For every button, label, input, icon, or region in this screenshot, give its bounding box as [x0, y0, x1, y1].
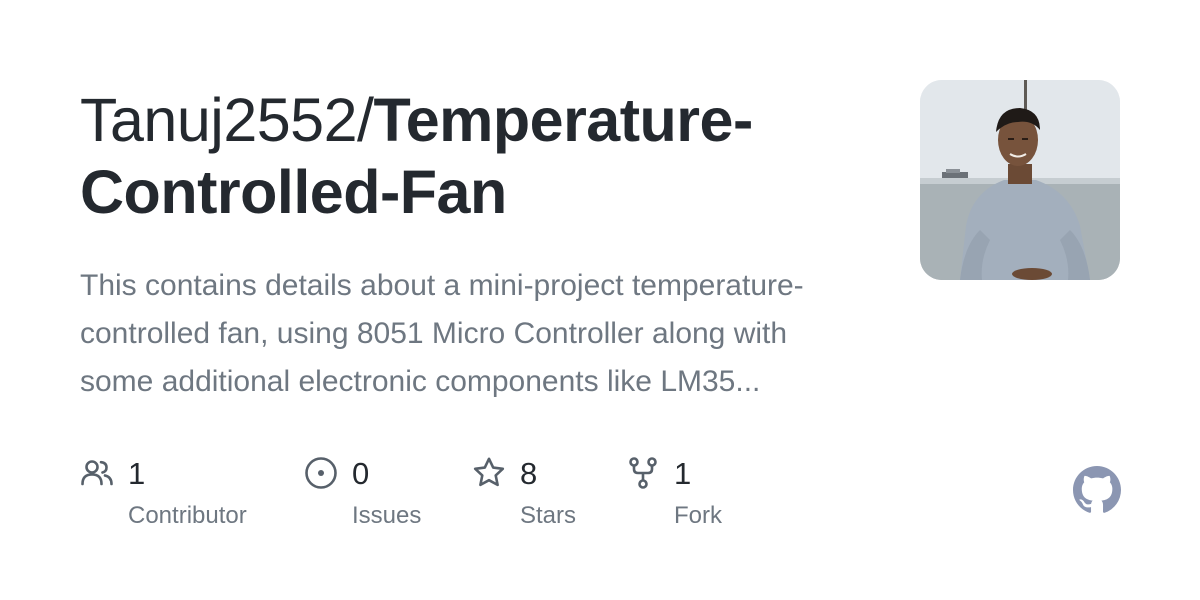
- people-icon: [81, 460, 113, 486]
- repo-name-part-2: Controlled-Fan: [80, 158, 507, 226]
- stat-issues[interactable]: 0 Issues: [304, 454, 474, 544]
- owner-avatar[interactable]: [920, 80, 1120, 280]
- star-label: Stars: [520, 502, 577, 529]
- fork-icon: [629, 457, 657, 489]
- avatar-photo: [920, 80, 1120, 280]
- repo-name-part-1: Temperature-: [373, 86, 753, 154]
- repo-stats: 1 Contributor 0 Issues 8 Stars 1 Fork: [80, 454, 800, 544]
- contributor-label: Contributor: [128, 502, 247, 529]
- stat-forks[interactable]: 1 Fork: [626, 454, 776, 544]
- contributor-count: 1: [128, 456, 146, 491]
- github-logo-icon[interactable]: [1073, 466, 1121, 514]
- star-icon: [473, 457, 505, 487]
- issue-label: Issues: [352, 502, 422, 529]
- fork-label: Fork: [674, 502, 722, 529]
- repo-owner: Tanuj2552/: [80, 86, 374, 154]
- repo-social-card: Tanuj2552/Temperature- Controlled-Fan Th…: [0, 0, 1200, 600]
- star-count: 8: [520, 456, 538, 491]
- stat-stars[interactable]: 8 Stars: [472, 454, 622, 544]
- repo-description: This contains details about a mini-proje…: [80, 269, 804, 398]
- repo-title[interactable]: Tanuj2552/Temperature- Controlled-Fan: [80, 84, 840, 228]
- issue-count: 0: [352, 456, 370, 491]
- issue-icon: [305, 457, 337, 489]
- stat-contributors[interactable]: 1 Contributor: [80, 454, 280, 544]
- fork-count: 1: [674, 456, 692, 491]
